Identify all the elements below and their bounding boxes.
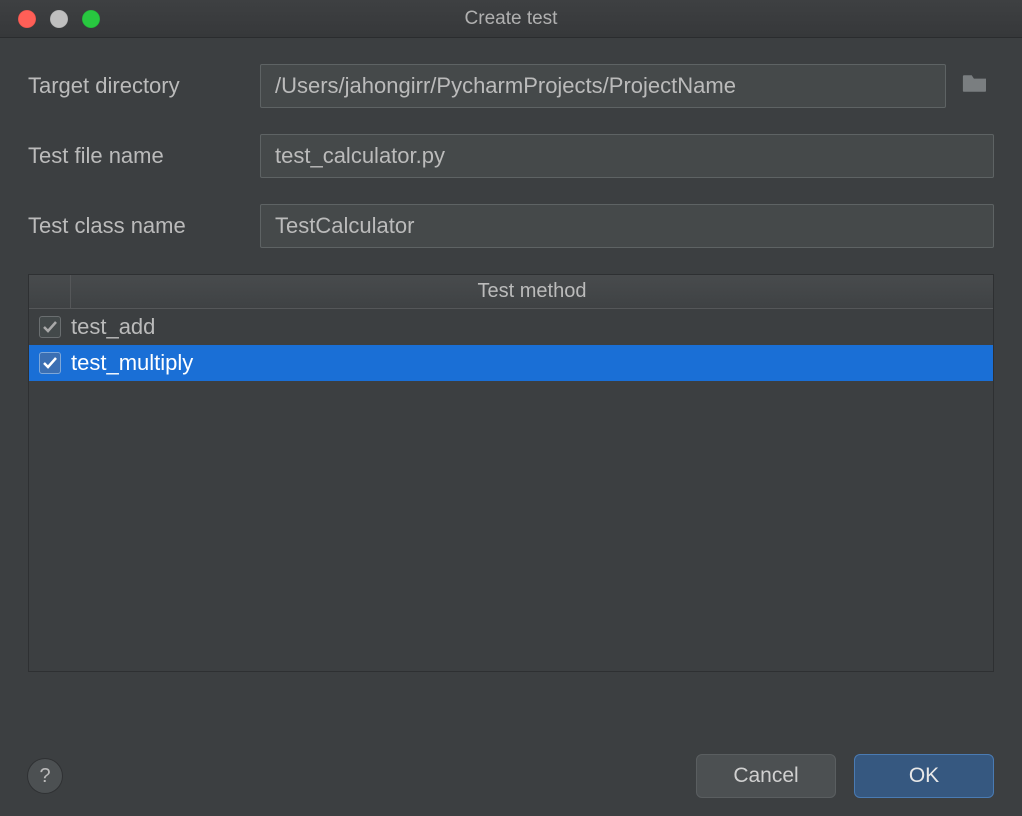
test-file-name-row: Test file name [28,134,994,178]
close-button[interactable] [18,10,36,28]
test-file-name-label: Test file name [28,143,260,169]
check-icon [42,355,58,371]
test-methods-table: Test method test_add test_multiply [28,274,994,672]
test-class-name-label: Test class name [28,213,260,239]
help-button[interactable]: ? [28,759,62,793]
method-row[interactable]: test_add [29,309,993,345]
method-checkbox[interactable] [39,316,61,338]
test-class-name-row: Test class name [28,204,994,248]
titlebar: Create test [0,0,1022,38]
cancel-button[interactable]: Cancel [696,754,836,798]
method-name: test_add [71,314,155,340]
check-icon [42,319,58,335]
minimize-button[interactable] [50,10,68,28]
method-name: test_multiply [71,350,193,376]
test-class-name-input[interactable] [260,204,994,248]
maximize-button[interactable] [82,10,100,28]
ok-button[interactable]: OK [854,754,994,798]
target-directory-row: Target directory [28,64,994,108]
browse-folder-button[interactable] [956,67,994,105]
table-header-method: Test method [71,275,993,308]
window-title: Create test [0,8,1022,30]
table-body: test_add test_multiply [29,309,993,671]
folder-icon [961,72,989,100]
table-header-checkbox-col [29,275,71,308]
window-controls [0,10,100,28]
dialog-footer: ? Cancel OK [0,736,1022,816]
target-directory-label: Target directory [28,73,260,99]
table-header: Test method [29,275,993,309]
method-checkbox[interactable] [39,352,61,374]
method-row[interactable]: test_multiply [29,345,993,381]
dialog-content: Target directory Test file name Test cla… [0,38,1022,672]
test-file-name-input[interactable] [260,134,994,178]
target-directory-input[interactable] [260,64,946,108]
